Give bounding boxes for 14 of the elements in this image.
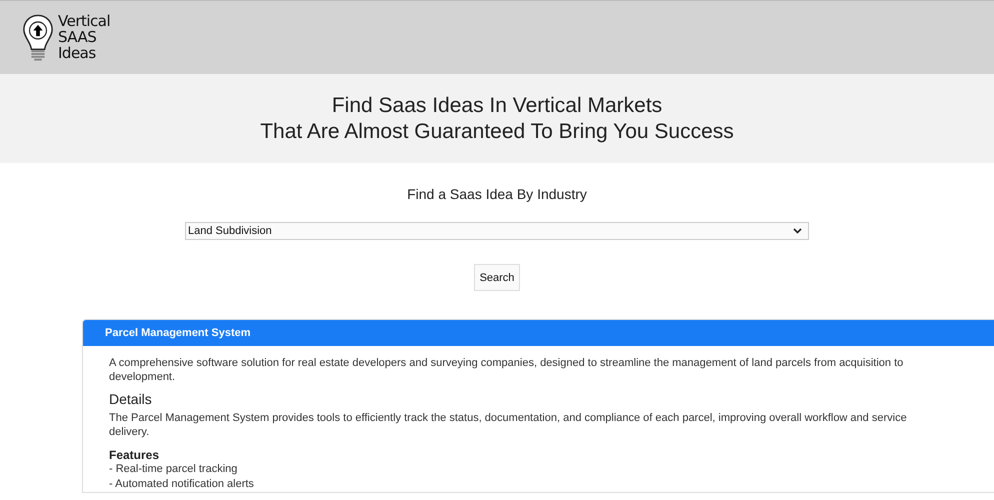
card-title: Parcel Management System xyxy=(105,327,251,339)
details-heading: Details xyxy=(109,391,153,407)
description-text: A comprehensive software solution for real estate developers and surveying companies, designed to streamline the management of land parcels from acquisition to development. xyxy=(109,356,904,384)
lightbulb-icon xyxy=(22,12,54,62)
search-heading: Find a Saas Idea By Industry xyxy=(407,186,587,202)
logo-text[interactable]: Vertical SAAS Ideas xyxy=(58,12,110,60)
feature-item: - Automated notification alerts xyxy=(109,477,255,492)
details-text: The Parcel Management System provides tools to efficiently track the status, documentation, and compliance of each parcel, improving overall workflow and service delivery. xyxy=(109,411,908,439)
search-button[interactable]: Search xyxy=(474,264,520,291)
industry-dropdown[interactable]: Land Subdivision xyxy=(185,222,809,240)
chevron-icon xyxy=(793,228,802,234)
features-heading: Features xyxy=(109,448,160,462)
feature-item: - Real-time parcel tracking xyxy=(109,462,238,477)
hero-title: Find Saas Ideas In Vertical Markets That Are Almost Guaranteed To Bring You Success xyxy=(260,92,734,144)
